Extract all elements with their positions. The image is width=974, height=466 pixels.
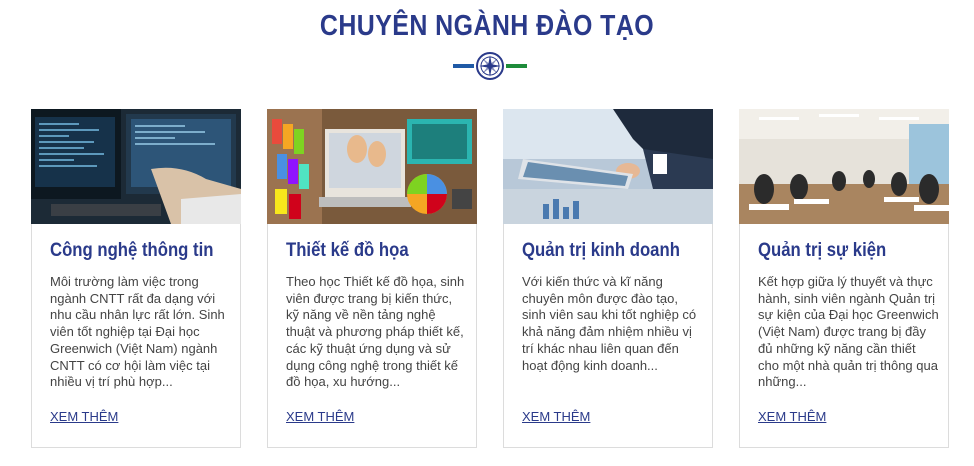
title-divider <box>453 51 527 81</box>
card-image[interactable] <box>739 109 949 224</box>
section-title: CHUYÊN NGÀNH ĐÀO TẠO <box>319 10 655 42</box>
card-description: Với kiến thức và kĩ năng chuyên môn được… <box>522 274 697 373</box>
card-description: Theo học Thiết kế đồ họa, sinh viên được… <box>286 274 465 390</box>
card-description: Môi trường làm việc trong ngành CNTT rất… <box>50 274 225 390</box>
compass-emblem-icon <box>476 52 504 80</box>
divider-bar-right <box>506 64 527 68</box>
design-photo <box>267 109 477 224</box>
it-photo <box>31 109 241 224</box>
read-more-link[interactable]: XEM THÊM <box>50 409 118 424</box>
program-card-graphic-design: Thiết kế đồ họa Theo học Thiết kế đồ họa… <box>267 109 477 448</box>
classroom-photo <box>739 109 949 224</box>
program-card-it: Công nghệ thông tin Môi trường làm việc … <box>31 109 241 448</box>
business-photo <box>503 109 713 224</box>
program-card-business-administration: Quản trị kinh doanh Với kiến thức và kĩ … <box>503 109 713 448</box>
card-image[interactable] <box>267 109 477 224</box>
card-title[interactable]: Thiết kế đồ họa <box>286 240 453 262</box>
card-description: Kết hợp giữa lý thuyết và thực hành, sin… <box>758 274 939 390</box>
read-more-link[interactable]: XEM THÊM <box>286 409 354 424</box>
card-title[interactable]: Quản trị sự kiện <box>758 240 925 262</box>
card-image[interactable] <box>503 109 713 224</box>
divider-bar-left <box>453 64 474 68</box>
card-title[interactable]: Quản trị kinh doanh <box>522 240 689 262</box>
card-image[interactable] <box>31 109 241 224</box>
read-more-link[interactable]: XEM THÊM <box>522 409 590 424</box>
program-card-event-management: Quản trị sự kiện Kết hợp giữa lý thuyết … <box>739 109 949 448</box>
card-title[interactable]: Công nghệ thông tin <box>50 240 217 262</box>
read-more-link[interactable]: XEM THÊM <box>758 409 826 424</box>
